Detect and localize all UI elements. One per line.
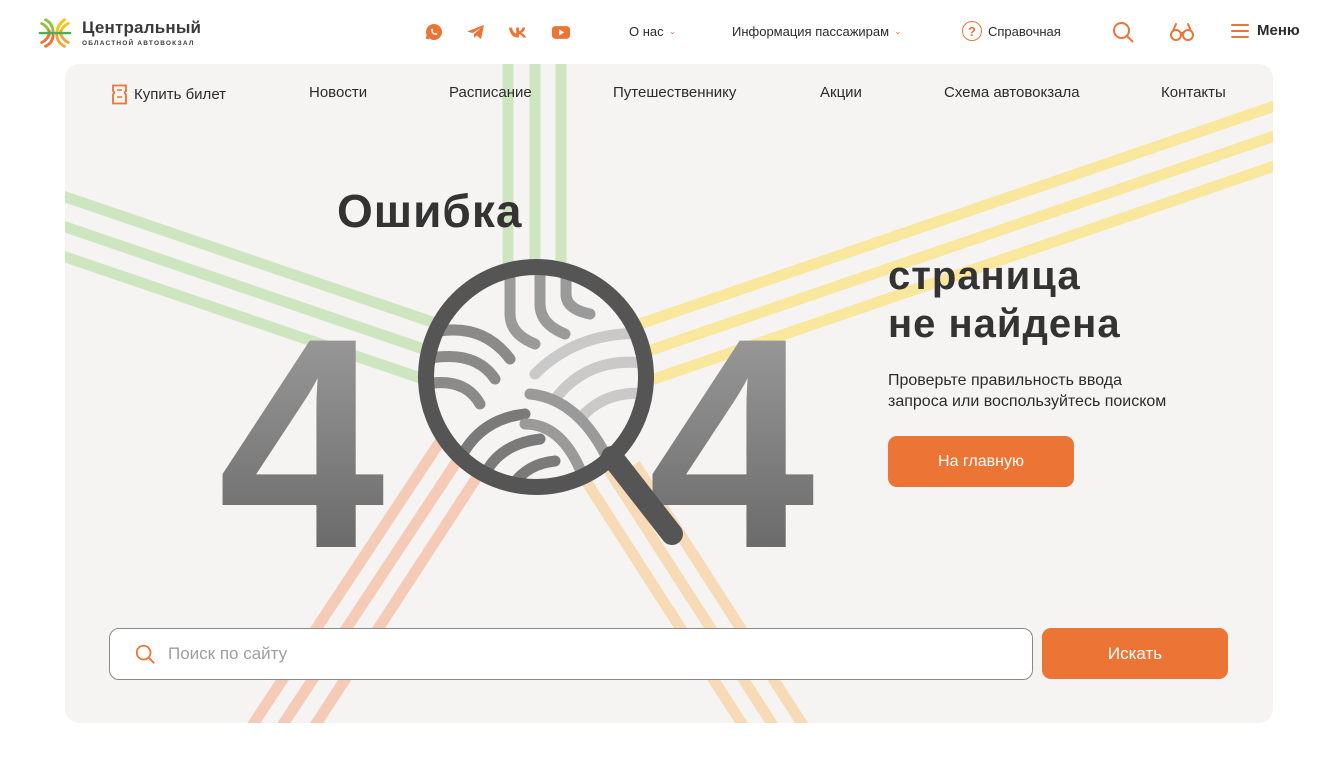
help-label: Справочная	[988, 23, 1061, 39]
logo-mark-icon	[38, 18, 72, 48]
logo-subtitle: ОБЛАСТНОЙ АВТОВОКЗАЛ	[82, 40, 195, 47]
menu-button[interactable]: Меню	[1231, 22, 1300, 39]
error-description-line1: Проверьте правильность ввода	[888, 372, 1123, 389]
nav-station-map[interactable]: Схема автовокзала	[944, 84, 1080, 101]
site-search-input[interactable]	[166, 643, 1010, 665]
error-title: страница не найдена	[888, 252, 1121, 348]
error-code-graphic: 4 4	[218, 259, 817, 569]
nav-about[interactable]: О нас ⌄	[629, 24, 676, 39]
nav-schedule[interactable]: Расписание	[449, 84, 532, 101]
main-nav: Купить билет Новости Расписание Путешест…	[65, 84, 1273, 106]
chevron-down-icon: ⌄	[668, 26, 677, 36]
error-title-line2: не найдена	[888, 302, 1121, 346]
error-word: Ошибка	[337, 185, 523, 237]
youtube-icon[interactable]	[551, 22, 571, 42]
site-header: Центральный ОБЛАСТНОЙ АВТОВОКЗАЛ О нас ⌄…	[0, 0, 1339, 64]
glasses-icon[interactable]	[1169, 20, 1195, 44]
logo-title: Центральный	[82, 18, 202, 37]
nav-buy-ticket[interactable]: Купить билет	[111, 84, 226, 105]
nav-buy-ticket-label: Купить билет	[134, 86, 227, 103]
nav-traveler[interactable]: Путешественнику	[613, 84, 736, 101]
logo[interactable]: Центральный ОБЛАСТНОЙ АВТОВОКЗАЛ	[36, 14, 201, 52]
help-link[interactable]: ? Справочная	[962, 21, 1061, 41]
nav-about-label: О нас	[629, 24, 664, 39]
nav-news[interactable]: Новости	[309, 84, 367, 101]
nav-promotions[interactable]: Акции	[820, 84, 862, 101]
error-description: Проверьте правильность ввода запроса или…	[888, 370, 1218, 412]
ticket-icon	[112, 84, 127, 105]
whatsapp-icon[interactable]	[424, 22, 444, 42]
nav-passengers[interactable]: Информация пассажирам ⌄	[732, 24, 902, 39]
question-icon: ?	[962, 21, 982, 41]
error-hero: Купить билет Новости Расписание Путешест…	[65, 64, 1273, 723]
error-description-line2: запроса или воспользуйтесь поиском	[888, 393, 1167, 410]
search-submit-button[interactable]: Искать	[1042, 628, 1228, 679]
menu-label: Меню	[1257, 22, 1300, 39]
search-icon	[135, 644, 155, 664]
hamburger-icon	[1231, 23, 1249, 38]
nav-contacts[interactable]: Контакты	[1161, 84, 1226, 101]
telegram-icon[interactable]	[466, 22, 486, 42]
go-home-button[interactable]: На главную	[888, 436, 1074, 487]
search-icon[interactable]	[1111, 20, 1135, 44]
site-search-box	[109, 628, 1033, 680]
vk-icon[interactable]	[508, 22, 528, 42]
error-title-line1: страница	[888, 254, 1081, 298]
error-code-digit-left: 4	[218, 275, 387, 569]
chevron-down-icon: ⌄	[894, 26, 902, 36]
nav-passengers-label: Информация пассажирам	[732, 24, 890, 39]
